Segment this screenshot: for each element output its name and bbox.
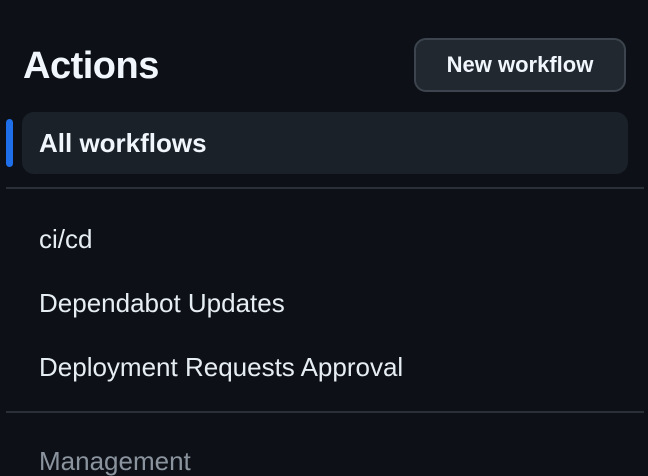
nav-item-all-workflows[interactable]: All workflows (22, 112, 628, 174)
actions-header: Actions New workflow (0, 0, 648, 100)
divider (6, 411, 644, 413)
new-workflow-button[interactable]: New workflow (414, 38, 626, 92)
workflow-item-dependabot-updates[interactable]: Dependabot Updates (22, 275, 628, 331)
selected-indicator (6, 119, 13, 167)
nav-item-label: All workflows (39, 127, 207, 158)
new-workflow-label: New workflow (446, 52, 594, 77)
workflow-item-deployment-requests-approval[interactable]: Deployment Requests Approval (22, 339, 628, 395)
divider (6, 187, 644, 189)
page-title: Actions (23, 45, 159, 87)
management-heading: Management (39, 446, 191, 476)
workflow-item-label: ci/cd (39, 223, 93, 254)
workflow-item-ci-cd[interactable]: ci/cd (22, 211, 628, 267)
workflow-item-label: Dependabot Updates (39, 287, 285, 318)
workflow-item-label: Deployment Requests Approval (39, 351, 404, 382)
